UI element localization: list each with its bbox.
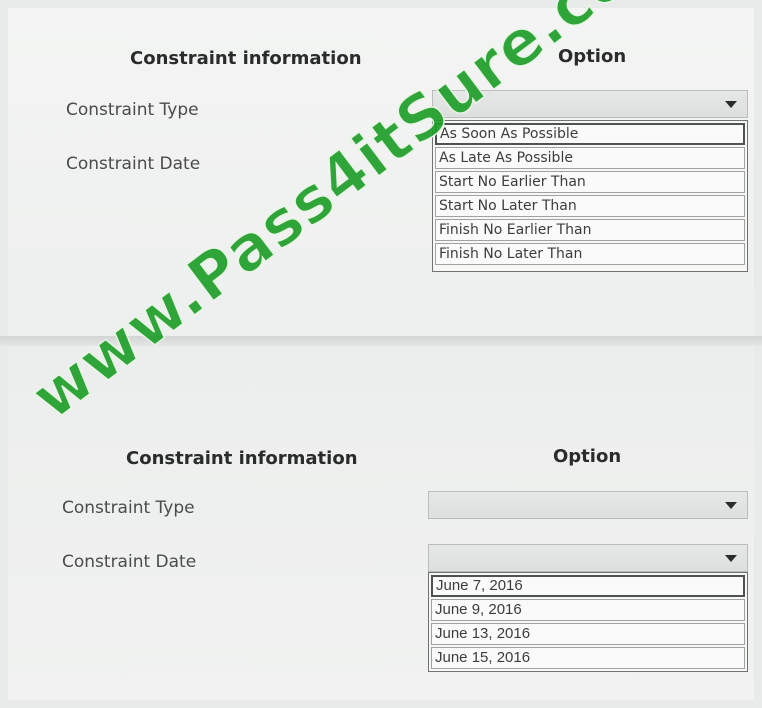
constraint-type-label: Constraint Type [66, 100, 199, 120]
constraint-type-select[interactable] [432, 90, 748, 118]
option-june-15-2016[interactable]: June 15, 2016 [431, 647, 745, 669]
header-option: Option [553, 446, 622, 467]
constraint-date-label: Constraint Date [66, 154, 201, 174]
option-june-9-2016[interactable]: June 9, 2016 [431, 599, 745, 621]
option-finish-no-earlier-than[interactable]: Finish No Earlier Than [435, 219, 745, 241]
top-panel: Constraint information Option Constraint… [8, 8, 754, 336]
constraint-date-dropdown: June 7, 2016 June 9, 2016 June 13, 2016 … [428, 572, 748, 672]
header-constraint-information: Constraint information [130, 48, 362, 69]
panel-divider [0, 336, 762, 346]
option-june-13-2016[interactable]: June 13, 2016 [431, 623, 745, 645]
constraint-date-label: Constraint Date [62, 552, 197, 572]
constraint-type-dropdown: As Soon As Possible As Late As Possible … [432, 120, 748, 272]
constraint-type-select[interactable] [428, 491, 748, 519]
option-start-no-earlier-than[interactable]: Start No Earlier Than [435, 171, 745, 193]
chevron-down-icon[interactable] [725, 101, 737, 108]
option-start-no-later-than[interactable]: Start No Later Than [435, 195, 745, 217]
chevron-down-icon[interactable] [725, 555, 737, 562]
chevron-down-icon[interactable] [725, 502, 737, 509]
header-option: Option [558, 46, 627, 67]
option-as-soon-as-possible[interactable]: As Soon As Possible [435, 123, 745, 145]
option-june-7-2016[interactable]: June 7, 2016 [431, 575, 745, 597]
option-finish-no-later-than[interactable]: Finish No Later Than [435, 243, 745, 265]
constraint-type-label: Constraint Type [62, 498, 195, 518]
option-as-late-as-possible[interactable]: As Late As Possible [435, 147, 745, 169]
bottom-panel: Constraint information Option Constraint… [8, 346, 754, 700]
constraint-date-select[interactable] [428, 544, 748, 572]
header-constraint-information: Constraint information [126, 448, 358, 469]
